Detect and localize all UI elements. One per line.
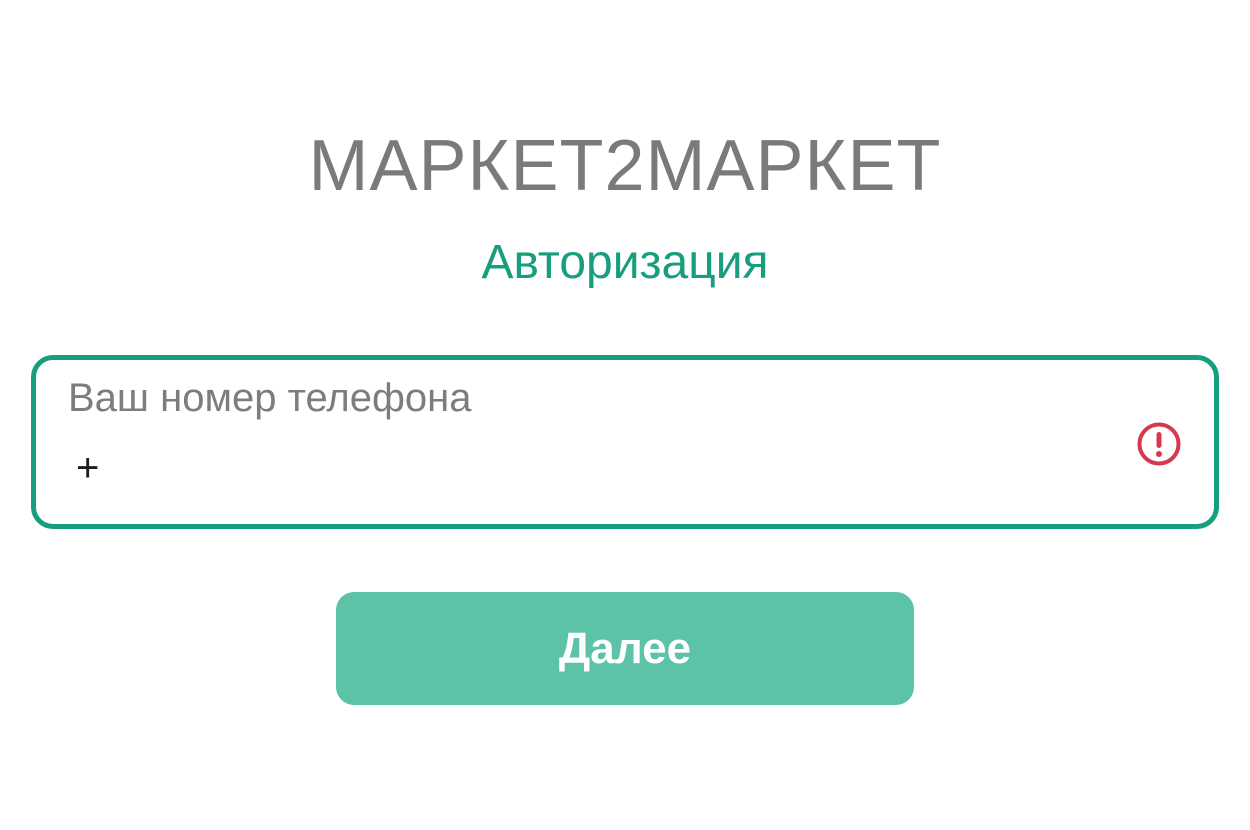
- brand-title: МАРКЕТ2МАРКЕТ: [308, 126, 942, 206]
- phone-field-label: Ваш номер телефона: [68, 376, 472, 420]
- login-page: МАРКЕТ2МАРКЕТ Авторизация Ваш номер теле…: [0, 0, 1250, 830]
- phone-input[interactable]: [76, 440, 1076, 496]
- phone-field[interactable]: Ваш номер телефона: [31, 355, 1219, 529]
- next-button[interactable]: Далее: [336, 592, 914, 705]
- page-subtitle: Авторизация: [481, 236, 769, 289]
- exclamation-circle-icon: [1137, 422, 1181, 466]
